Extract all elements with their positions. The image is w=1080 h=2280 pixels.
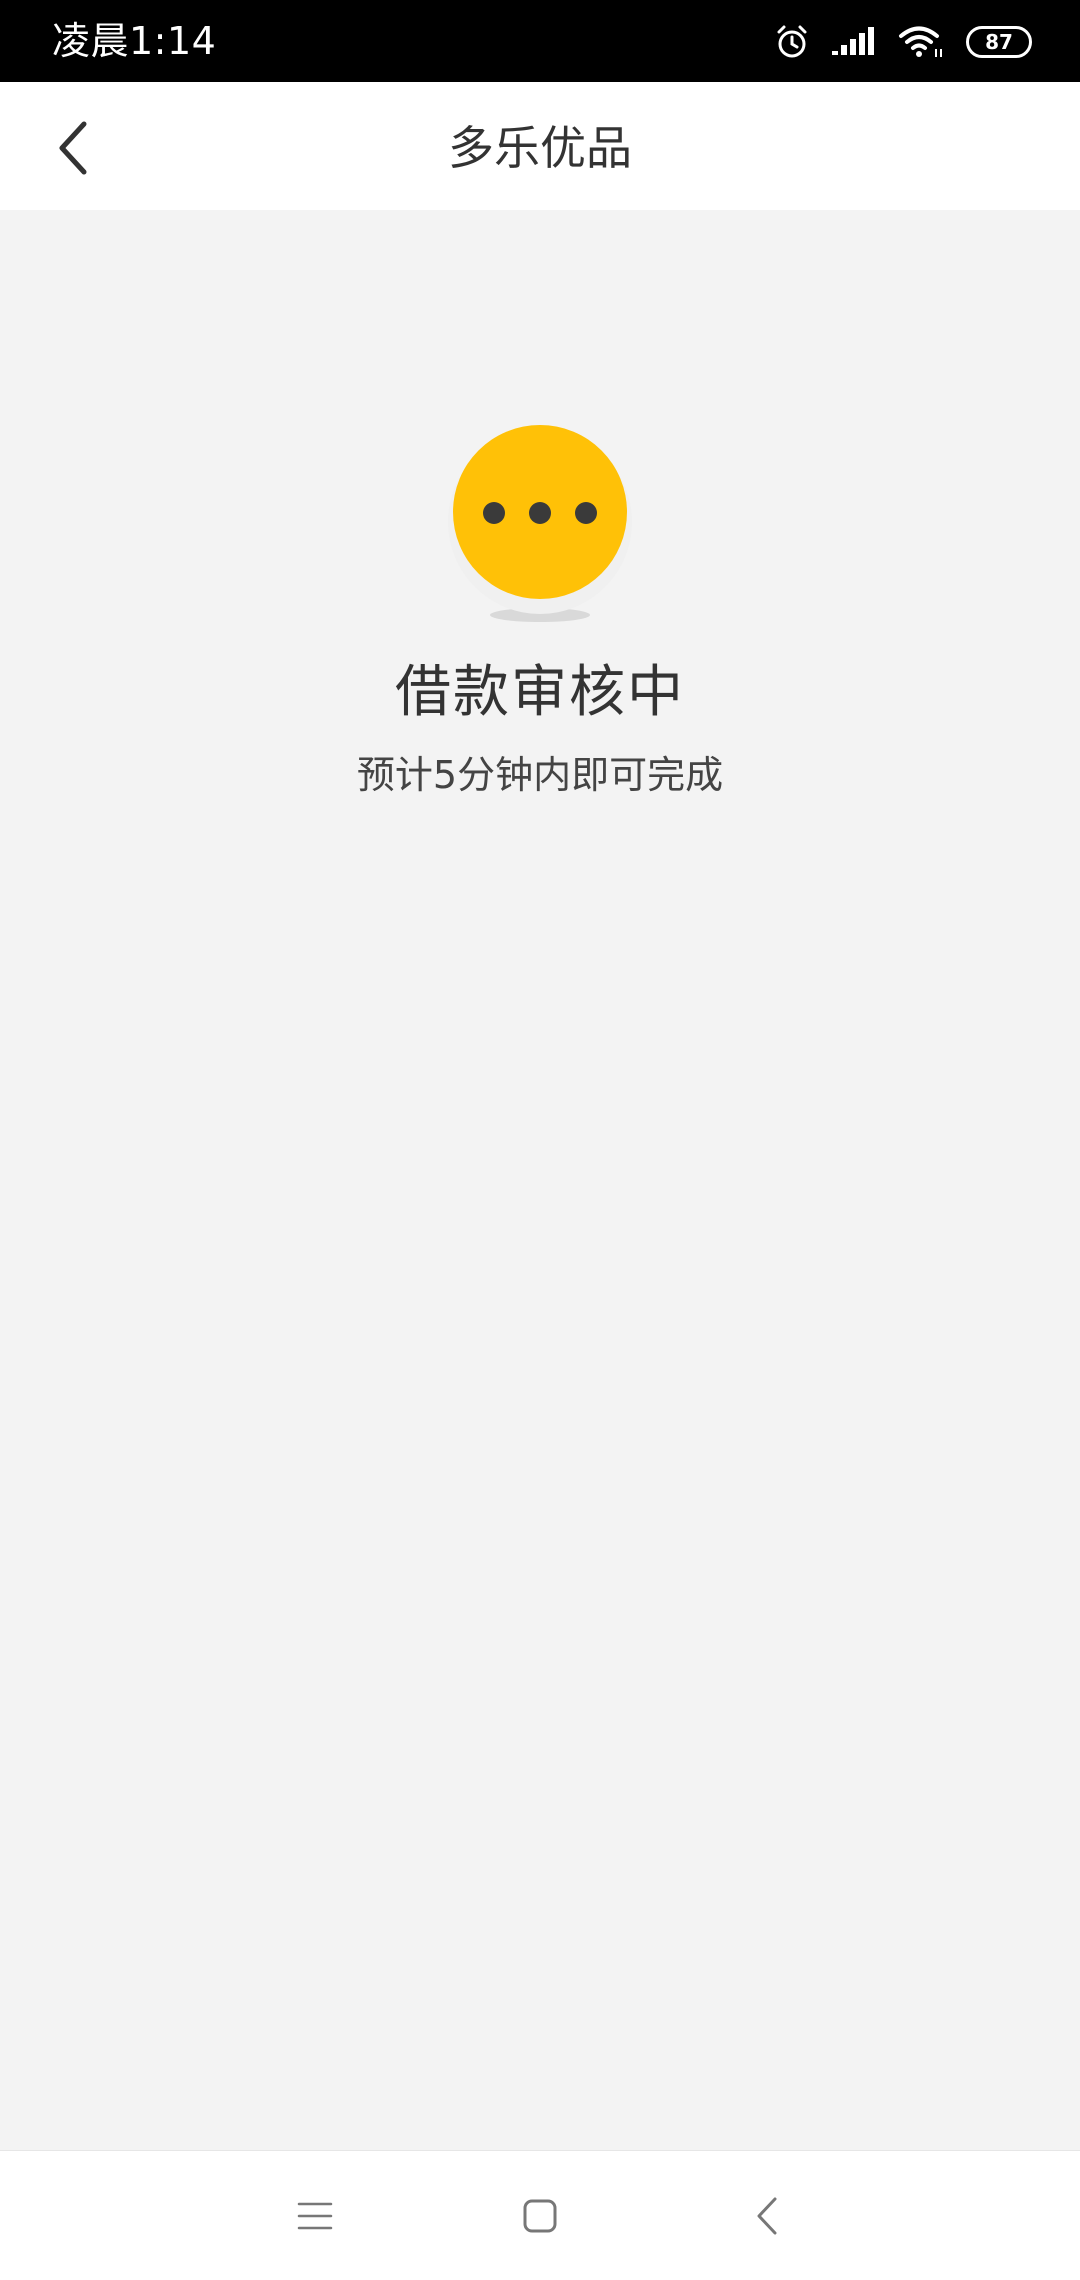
menu-icon (297, 2202, 333, 2230)
screen: 凌晨1:14 87 多乐优品 借款审核中 预计5分钟内即可完成 (0, 0, 1080, 2280)
battery-level: 87 (985, 30, 1013, 54)
back-icon (757, 2197, 777, 2235)
wifi-icon (898, 25, 944, 59)
signal-icon (832, 25, 876, 59)
page-title: 多乐优品 (448, 121, 632, 175)
system-back-button[interactable] (732, 2181, 802, 2251)
status-icons: 87 (774, 22, 1032, 62)
menu-button[interactable] (280, 2181, 350, 2251)
nav-bar: 多乐优品 (0, 82, 1080, 210)
home-button[interactable] (505, 2181, 575, 2251)
pending-dots-icon (440, 410, 640, 650)
status-time: 凌晨1:14 (52, 19, 217, 63)
status-bar: 凌晨1:14 87 (0, 0, 1080, 82)
alarm-icon (774, 24, 810, 60)
status-title: 借款审核中 (395, 660, 685, 725)
status-subtitle: 预计5分钟内即可完成 (356, 753, 724, 797)
main-content: 借款审核中 预计5分钟内即可完成 (0, 210, 1080, 2150)
system-nav (0, 2150, 1080, 2280)
home-icon (523, 2199, 557, 2233)
battery-icon: 87 (966, 26, 1032, 58)
